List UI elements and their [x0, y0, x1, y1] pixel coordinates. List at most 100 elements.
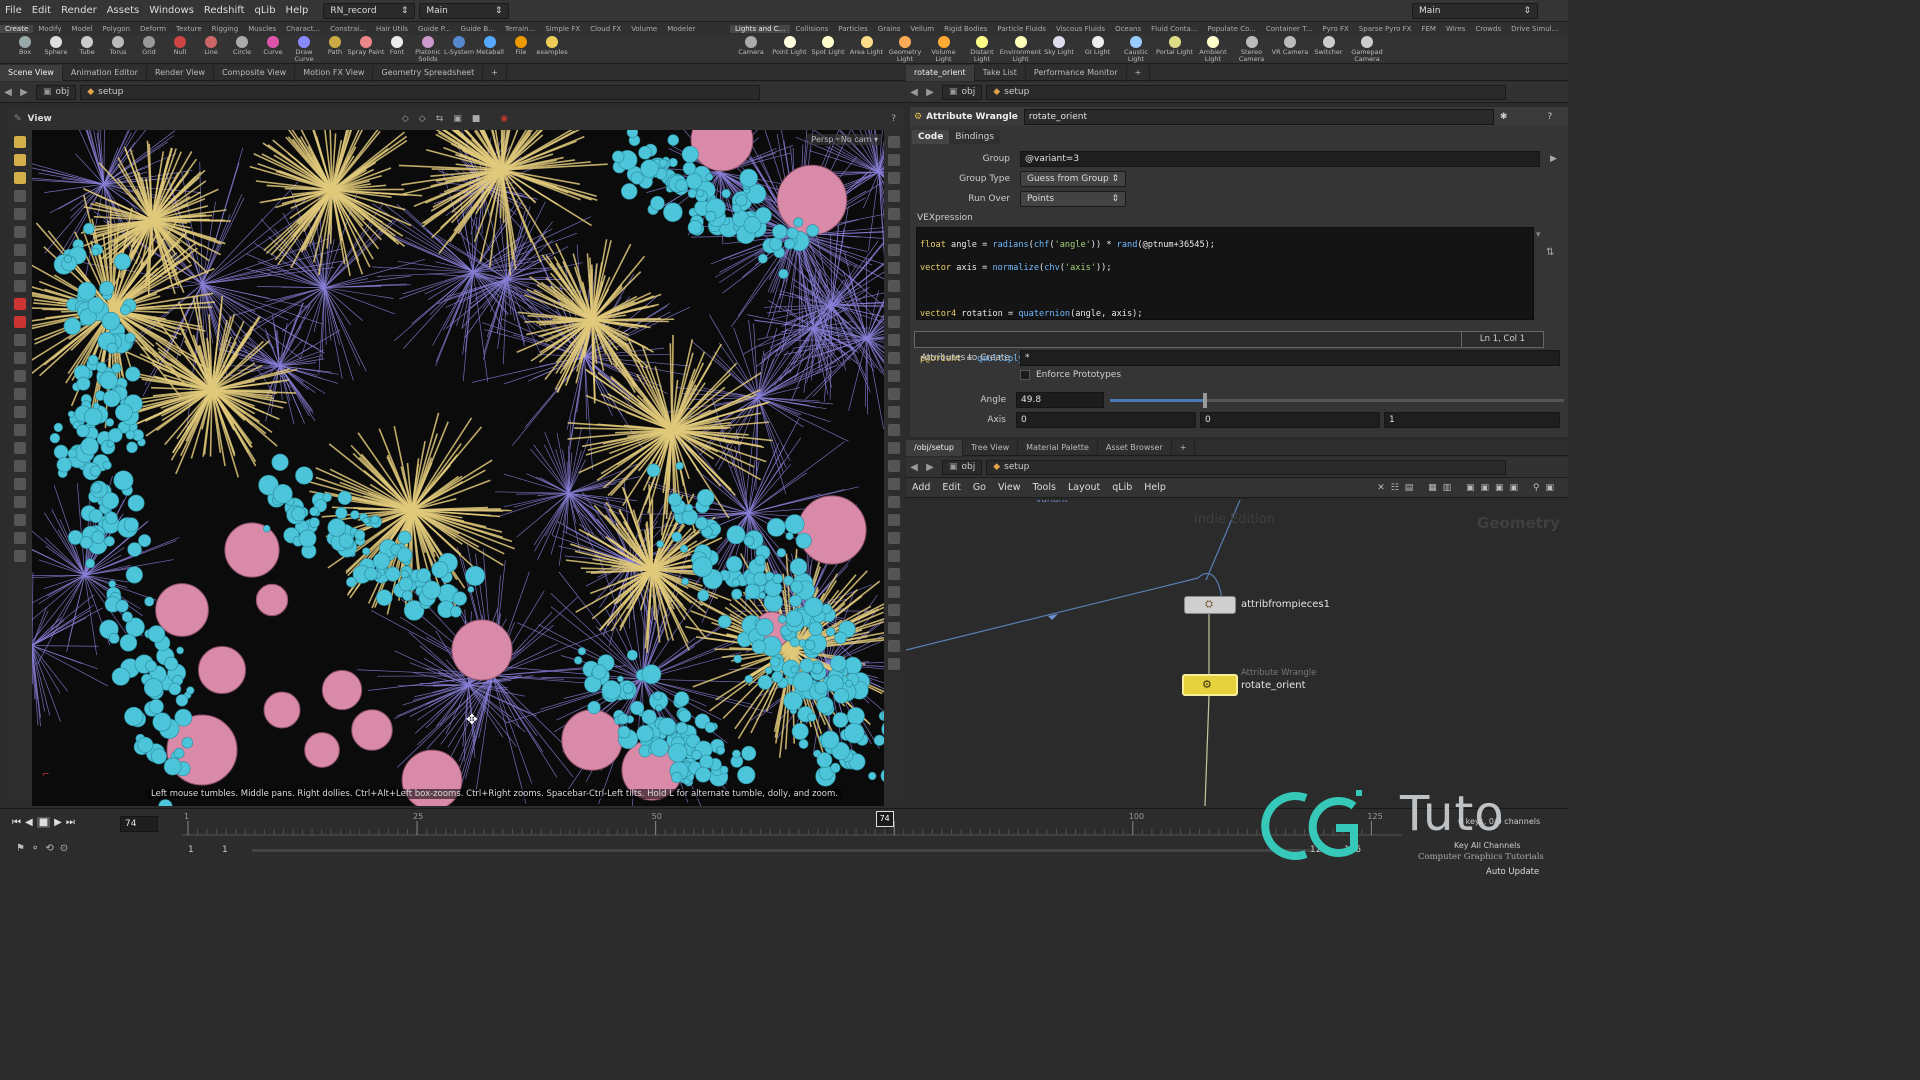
shelf-tool[interactable]: Sky Light: [1040, 36, 1078, 63]
shelf-tab[interactable]: Hair Utils: [371, 25, 413, 33]
scene-file-select[interactable]: RN_record ⇕: [323, 2, 416, 19]
shelf-tool[interactable]: Geometry Light: [886, 36, 924, 63]
display-option-icon[interactable]: [888, 280, 900, 292]
tool-icon[interactable]: [14, 388, 26, 400]
back-arrow-icon[interactable]: ◀: [906, 87, 922, 98]
stop-icon[interactable]: ■: [36, 817, 51, 828]
display-option-icon[interactable]: [888, 334, 900, 346]
net-menu-tools[interactable]: Tools: [1027, 482, 1062, 493]
shelf-tab[interactable]: Collisions: [790, 25, 833, 33]
tab-material-palette[interactable]: Material Palette: [1018, 439, 1098, 456]
shelf-tab[interactable]: Vellum: [905, 25, 939, 33]
display-option-icon[interactable]: [888, 550, 900, 562]
tool-icon[interactable]: [14, 442, 26, 454]
tool-icon[interactable]: [14, 352, 26, 364]
net-menu-go[interactable]: Go: [967, 482, 992, 493]
tool-icon[interactable]: [14, 262, 26, 274]
path-obj[interactable]: ▣ obj: [36, 84, 77, 100]
start-frame-2[interactable]: 1: [222, 845, 228, 855]
tab-tree-view[interactable]: Tree View: [963, 439, 1019, 456]
forward-arrow-icon[interactable]: ▶: [922, 462, 938, 473]
shelf-tab[interactable]: Wires: [1441, 25, 1470, 33]
tool-icon[interactable]: [14, 298, 26, 310]
display-option-icon[interactable]: [888, 190, 900, 202]
net-menu-edit[interactable]: Edit: [936, 482, 966, 493]
display-option-icon[interactable]: [888, 424, 900, 436]
axis-y-field[interactable]: 0: [1200, 412, 1380, 428]
display-option-icon[interactable]: [888, 568, 900, 580]
scene-viewport[interactable]: Persp ▾ No cam ▾ ✥ ⌐: [32, 130, 884, 806]
shelf-tab[interactable]: Viscous Fluids: [1051, 25, 1110, 33]
display-option-icon[interactable]: [888, 244, 900, 256]
tool-icon[interactable]: [14, 406, 26, 418]
tool-icon[interactable]: [14, 424, 26, 436]
current-frame-field[interactable]: 74: [120, 816, 158, 832]
shelf-tab[interactable]: Muscles: [243, 25, 281, 33]
pin-icon[interactable]: ✎: [14, 114, 22, 124]
menu-render[interactable]: Render: [56, 5, 102, 16]
tool-icon[interactable]: [14, 154, 26, 166]
shelf-tab[interactable]: Texture: [171, 25, 207, 33]
shelf-tab[interactable]: Drive Simul...: [1506, 25, 1563, 33]
tool-icon[interactable]: [14, 136, 26, 148]
network-canvas[interactable]: variant Indie Edition Geometry ⛭ attribf…: [906, 500, 1568, 806]
display-option-icon[interactable]: [888, 604, 900, 616]
shelf-tab[interactable]: Modify: [33, 25, 66, 33]
tool-icon[interactable]: [14, 478, 26, 490]
camera-menu[interactable]: No cam ▾: [836, 134, 882, 145]
shelf-tool[interactable]: VR Camera: [1271, 36, 1309, 63]
shelf-tab[interactable]: Volume: [626, 25, 662, 33]
enforce-checkbox[interactable]: [1020, 370, 1030, 380]
shelf-tool[interactable]: GI Light: [1079, 36, 1117, 63]
path-obj[interactable]: ▣ obj: [942, 459, 983, 475]
display-option-icon[interactable]: [888, 370, 900, 382]
timeline-ruler[interactable]: 1 25 50 100 125: [182, 809, 1402, 843]
path-setup[interactable]: ◆ setup: [986, 84, 1507, 100]
display-option-icon[interactable]: [888, 406, 900, 418]
shelf-tab[interactable]: Deform: [135, 25, 171, 33]
group-type-select[interactable]: Guess from Group ⇕: [1020, 171, 1126, 187]
tool-icon[interactable]: [14, 496, 26, 508]
help-icon[interactable]: ?: [891, 114, 896, 124]
run-over-select[interactable]: Points ⇕: [1020, 191, 1126, 207]
shelf-tool[interactable]: Caustic Light: [1117, 36, 1155, 63]
tab-composite-view[interactable]: Composite View: [214, 64, 296, 81]
tab-take-list[interactable]: Take List: [975, 64, 1026, 81]
attrs-create-field[interactable]: *: [1020, 350, 1560, 366]
tool-icon[interactable]: [14, 208, 26, 220]
net-menu-add[interactable]: Add: [906, 482, 936, 493]
path-obj[interactable]: ▣ obj: [942, 84, 983, 100]
node-rotate-orient[interactable]: ⚙: [1182, 674, 1238, 696]
shelf-tab[interactable]: Rigid Bodies: [939, 25, 992, 33]
play-icon[interactable]: ▶: [54, 817, 62, 828]
display-option-icon[interactable]: [888, 622, 900, 634]
shelf-tool[interactable]: Area Light: [848, 36, 886, 63]
add-tab-icon[interactable]: +: [1127, 64, 1151, 81]
forward-arrow-icon[interactable]: ▶: [16, 87, 32, 98]
shelf-tab[interactable]: Pyro FX: [1317, 25, 1353, 33]
shelf-tool[interactable]: Ambient Light: [1194, 36, 1232, 63]
group-field[interactable]: @variant=3: [1020, 151, 1540, 167]
net-menu-view[interactable]: View: [992, 482, 1027, 493]
menu-redshift[interactable]: Redshift: [199, 5, 250, 16]
desktop-select[interactable]: Main ⇕: [419, 2, 510, 19]
angle-slider-handle[interactable]: [1203, 392, 1208, 408]
auto-update-button[interactable]: Auto Update: [1486, 867, 1539, 877]
shelf-tab[interactable]: Lights and C...: [730, 24, 791, 33]
shelf-tab[interactable]: Populate Co...: [1202, 25, 1260, 33]
tab-motion-fx-view[interactable]: Motion FX View: [295, 64, 374, 81]
shelf-tab[interactable]: Charact...: [281, 25, 325, 33]
tab-bindings[interactable]: Bindings: [949, 130, 1001, 144]
display-option-icon[interactable]: [888, 442, 900, 454]
shelf-tool[interactable]: Stereo Camera: [1233, 36, 1271, 63]
display-option-icon[interactable]: [888, 658, 900, 670]
tab-asset-browser[interactable]: Asset Browser: [1098, 439, 1172, 456]
record-icon[interactable]: ◉: [500, 114, 508, 124]
menu-assets[interactable]: Assets: [102, 5, 145, 16]
play-reverse-icon[interactable]: ◀: [25, 817, 33, 828]
shelf-tab[interactable]: Container T...: [1261, 25, 1318, 33]
chevron-down-icon[interactable]: ▾: [1536, 230, 1541, 240]
net-menu-qlib[interactable]: qLib: [1106, 482, 1138, 493]
tab-performance-monitor[interactable]: Performance Monitor: [1026, 64, 1127, 81]
display-option-icon[interactable]: [888, 496, 900, 508]
